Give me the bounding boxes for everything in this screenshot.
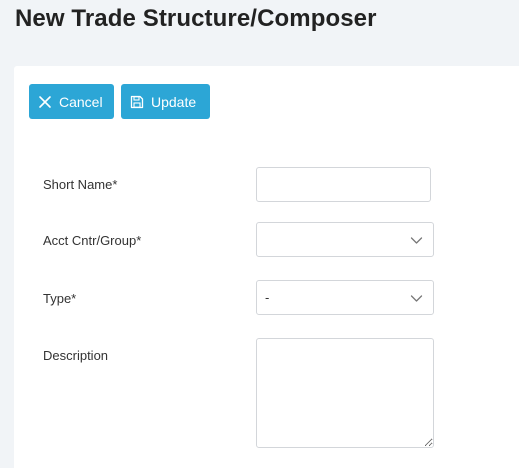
update-button-label: Update xyxy=(151,93,197,110)
save-icon xyxy=(130,95,144,109)
type-select[interactable]: - xyxy=(256,280,434,315)
form-panel: Cancel Update Short Name* Acct Cntr/Grou… xyxy=(14,66,519,468)
cancel-button-label: Cancel xyxy=(59,93,103,110)
acct-cntr-group-select[interactable] xyxy=(256,222,434,257)
toolbar: Cancel Update xyxy=(29,84,210,119)
description-textarea[interactable] xyxy=(256,338,434,448)
acct-cntr-group-label: Acct Cntr/Group* xyxy=(43,233,142,248)
description-label: Description xyxy=(43,348,109,363)
chevron-down-icon xyxy=(410,295,423,302)
chevron-down-icon xyxy=(410,237,423,244)
update-button[interactable]: Update xyxy=(121,84,210,119)
type-label: Type* xyxy=(43,291,77,306)
short-name-input[interactable] xyxy=(256,167,431,202)
short-name-label: Short Name* xyxy=(43,177,118,192)
cancel-button[interactable]: Cancel xyxy=(29,84,114,119)
page-title: New Trade Structure/Composer xyxy=(15,5,377,32)
close-icon xyxy=(38,95,52,109)
type-value: - xyxy=(265,290,270,305)
